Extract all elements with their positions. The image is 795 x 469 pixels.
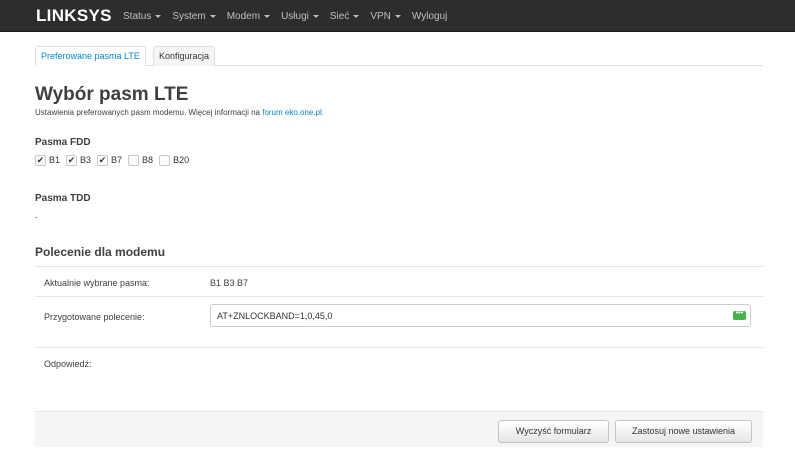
band-b3-label: B3 (80, 155, 92, 165)
prepared-command-label: Przygotowane polecenie: (44, 312, 145, 322)
caret-down-icon (312, 15, 319, 18)
caret-down-icon (394, 15, 401, 18)
nav-logout-label: Wyloguj (411, 10, 448, 22)
divider (35, 296, 763, 297)
band-b3-checkbox[interactable]: ✔ (66, 154, 78, 166)
caret-down-icon (155, 15, 162, 18)
main-nav: Status System Modem Usługi Sieć VPN Wylo… (123, 0, 458, 32)
brand-logo[interactable]: LINKSYS (36, 6, 112, 26)
nav-uslugi-label: Usługi (281, 10, 309, 22)
current-bands-value: B1 B3 B7 (210, 278, 249, 288)
fdd-band-list: ✔ B1 ✔ B3 ✔ B7 B8 B20 (35, 153, 195, 167)
band-b8-checkbox[interactable] (128, 154, 140, 166)
prepared-command-input[interactable] (210, 304, 751, 327)
page-title: Wybór pasm LTE (35, 84, 189, 105)
top-navbar: LINKSYS Status System Modem Usługi Sieć … (0, 0, 795, 32)
nav-vpn[interactable]: VPN (370, 11, 401, 22)
band-b1-checkbox[interactable]: ✔ (35, 154, 46, 166)
nav-siec[interactable]: Sieć (329, 10, 360, 22)
page-description: Ustawienia preferowanych pasm modemu. Wi… (35, 108, 324, 117)
band-b7-checkbox[interactable]: ✔ (97, 154, 109, 166)
response-label: Odpowiedź: (44, 359, 92, 369)
band-b20-checkbox[interactable] (159, 154, 171, 166)
band-b8[interactable]: B8 (128, 154, 154, 166)
current-bands-label: Aktualnie wybrane pasma: (44, 278, 150, 288)
dots-icon[interactable]: ••• (733, 310, 746, 320)
tab-configuration[interactable]: Konfiguracja (153, 46, 216, 66)
nav-modem-label: Modem (226, 10, 261, 22)
band-b8-label: B8 (142, 155, 154, 165)
band-b20[interactable]: B20 (159, 154, 190, 166)
nav-vpn-label: VPN (370, 10, 391, 22)
nav-status[interactable]: Status (123, 10, 162, 22)
clear-form-button[interactable]: Wyczyść formularz (498, 420, 609, 443)
nav-system[interactable]: System (172, 10, 216, 22)
tdd-section-label: Pasma TDD (35, 193, 91, 204)
band-b3[interactable]: ✔ B3 (66, 154, 92, 166)
forum-link[interactable]: forum eko.one.pl. (262, 108, 324, 117)
nav-system-label: System (172, 10, 206, 22)
nav-siec-label: Sieć (329, 10, 350, 22)
band-b1[interactable]: ✔ B1 (35, 154, 61, 166)
page-description-text: Ustawienia preferowanych pasm modemu. Wi… (35, 108, 260, 117)
tdd-value: - (35, 212, 38, 222)
divider (35, 347, 763, 348)
caret-down-icon (264, 15, 271, 18)
fdd-section-label: Pasma FDD (35, 137, 91, 148)
nav-logout[interactable]: Wyloguj (412, 11, 447, 22)
nav-modem[interactable]: Modem (226, 10, 271, 22)
nav-status-label: Status (123, 10, 152, 22)
tab-bar: Preferowane pasma LTE Konfiguracja (35, 46, 763, 66)
band-b7-label: B7 (111, 155, 123, 165)
band-b7[interactable]: ✔ B7 (97, 154, 123, 166)
band-b1-label: B1 (49, 155, 61, 165)
divider (35, 266, 763, 267)
modem-section-title: Polecenie dla modemu (35, 245, 166, 259)
tab-preferred-bands[interactable]: Preferowane pasma LTE (35, 46, 146, 66)
caret-down-icon (209, 15, 216, 18)
band-b20-label: B20 (173, 155, 190, 165)
apply-settings-button[interactable]: Zastosuj nowe ustawienia (615, 420, 752, 443)
nav-uslugi[interactable]: Usługi (281, 11, 319, 22)
caret-down-icon (353, 15, 360, 18)
